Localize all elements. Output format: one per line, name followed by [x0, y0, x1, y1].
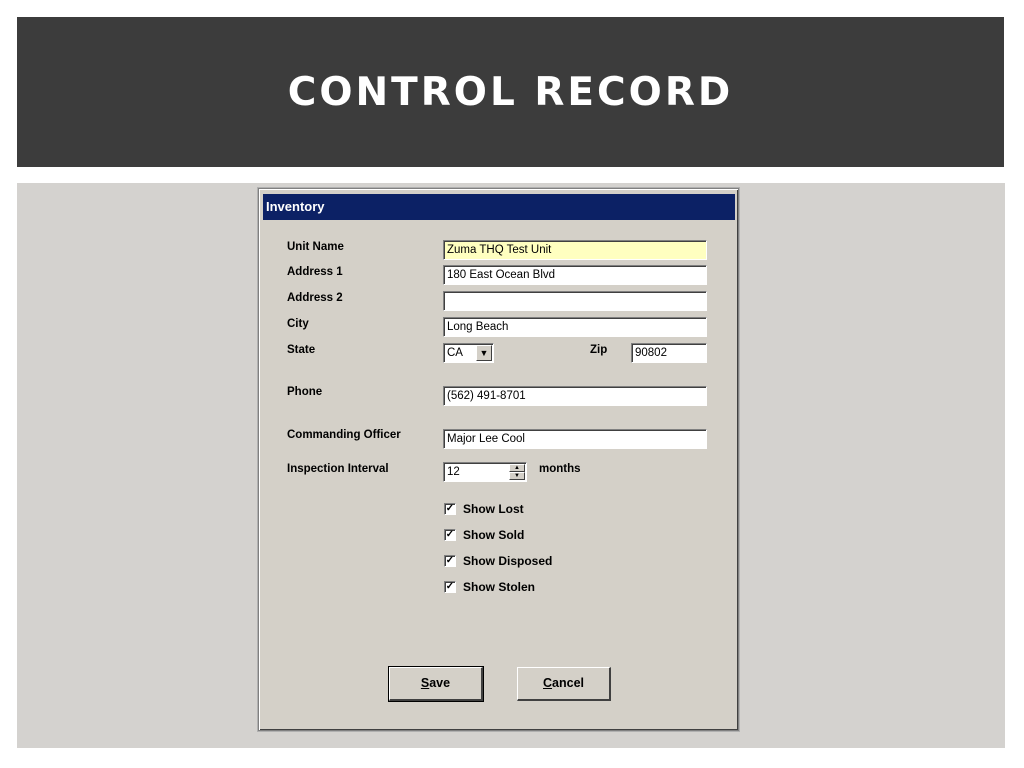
slide-header: CONTROL RECORD	[17, 17, 1004, 167]
state-value: CA	[447, 347, 463, 359]
spinner-icon[interactable]: ▲ ▼	[509, 464, 525, 480]
cancel-mnemonic: C	[543, 676, 553, 690]
show-stolen-label: Show Stolen	[463, 580, 535, 594]
slide-title: CONTROL RECORD	[287, 69, 734, 115]
save-label: ave	[429, 676, 451, 690]
show-sold-checkbox-row[interactable]: ✓ Show Sold	[444, 528, 524, 542]
address2-input[interactable]	[443, 291, 707, 311]
spin-up-button[interactable]: ▲	[509, 464, 525, 472]
dialog-titlebar: Inventory	[263, 194, 735, 220]
inventory-dialog: Inventory Unit Name Address 1 Address 2 …	[258, 188, 739, 731]
state-select[interactable]: CA ▼	[443, 343, 494, 363]
zip-input[interactable]: 90802	[631, 343, 707, 363]
checkmark-icon[interactable]: ✓	[444, 503, 456, 515]
checkmark-icon[interactable]: ✓	[444, 529, 456, 541]
commanding-officer-input[interactable]: Major Lee Cool	[443, 429, 707, 449]
city-label: City	[287, 318, 309, 330]
spin-down-button[interactable]: ▼	[509, 472, 525, 480]
state-label: State	[287, 344, 316, 356]
inspection-interval-label: Inspection Interval	[287, 463, 389, 475]
months-label: months	[539, 463, 581, 475]
checkmark-icon[interactable]: ✓	[444, 581, 456, 593]
unit-name-input[interactable]: Zuma THQ Test Unit	[443, 240, 707, 260]
show-stolen-checkbox-row[interactable]: ✓ Show Stolen	[444, 580, 535, 594]
inspection-interval-spinner[interactable]: 12 ▲ ▼	[443, 462, 527, 482]
city-input[interactable]: Long Beach	[443, 317, 707, 337]
show-disposed-checkbox-row[interactable]: ✓ Show Disposed	[444, 554, 552, 568]
phone-input[interactable]: (562) 491-8701	[443, 386, 707, 406]
inspection-interval-value: 12	[447, 466, 460, 478]
show-disposed-label: Show Disposed	[463, 554, 553, 568]
address1-input[interactable]: 180 East Ocean Blvd	[443, 265, 707, 285]
show-sold-label: Show Sold	[463, 528, 525, 542]
save-mnemonic: S	[420, 676, 430, 690]
phone-label: Phone	[287, 386, 323, 398]
address1-label: Address 1	[287, 266, 343, 278]
show-lost-label: Show Lost	[463, 502, 524, 516]
cancel-label: ancel	[552, 676, 584, 690]
address2-label: Address 2	[287, 292, 343, 304]
cancel-button[interactable]: Cancel	[517, 667, 611, 701]
checkmark-icon[interactable]: ✓	[444, 555, 456, 567]
show-lost-checkbox-row[interactable]: ✓ Show Lost	[444, 502, 524, 516]
save-button[interactable]: Save	[388, 666, 484, 702]
unit-name-label: Unit Name	[287, 241, 344, 253]
commanding-officer-label: Commanding Officer	[287, 429, 401, 441]
chevron-down-icon[interactable]: ▼	[476, 345, 492, 361]
zip-label: Zip	[590, 344, 608, 356]
